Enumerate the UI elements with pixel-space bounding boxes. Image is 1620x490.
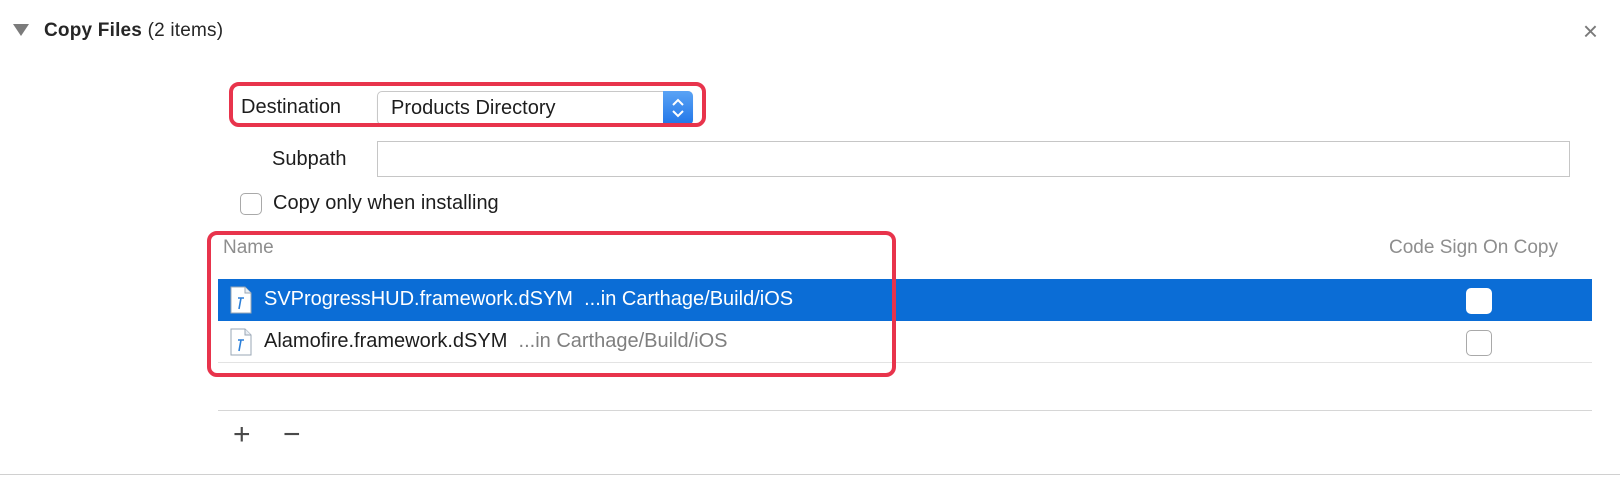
add-button[interactable]: +: [233, 420, 251, 450]
subpath-input[interactable]: [377, 141, 1570, 177]
highlight-box-destination: [229, 82, 706, 127]
close-icon[interactable]: ×: [1583, 18, 1598, 44]
section-item-count: (2 items): [147, 20, 224, 41]
section-divider: [0, 474, 1620, 475]
section-title-text: Copy Files: [44, 20, 143, 41]
code-sign-checkbox[interactable]: [1466, 288, 1492, 314]
copy-only-when-installing-checkbox[interactable]: [240, 193, 262, 215]
subpath-label: Subpath: [272, 148, 347, 170]
column-header-code-sign[interactable]: Code Sign On Copy: [1389, 237, 1558, 259]
disclosure-triangle-icon[interactable]: [13, 24, 29, 36]
remove-button[interactable]: −: [283, 420, 301, 450]
code-sign-checkbox[interactable]: [1466, 330, 1492, 356]
table-divider: [218, 410, 1592, 411]
highlight-box-files: [207, 231, 896, 377]
copy-only-when-installing-label[interactable]: Copy only when installing: [273, 192, 499, 215]
section-title: Copy Files (2 items): [44, 20, 223, 42]
